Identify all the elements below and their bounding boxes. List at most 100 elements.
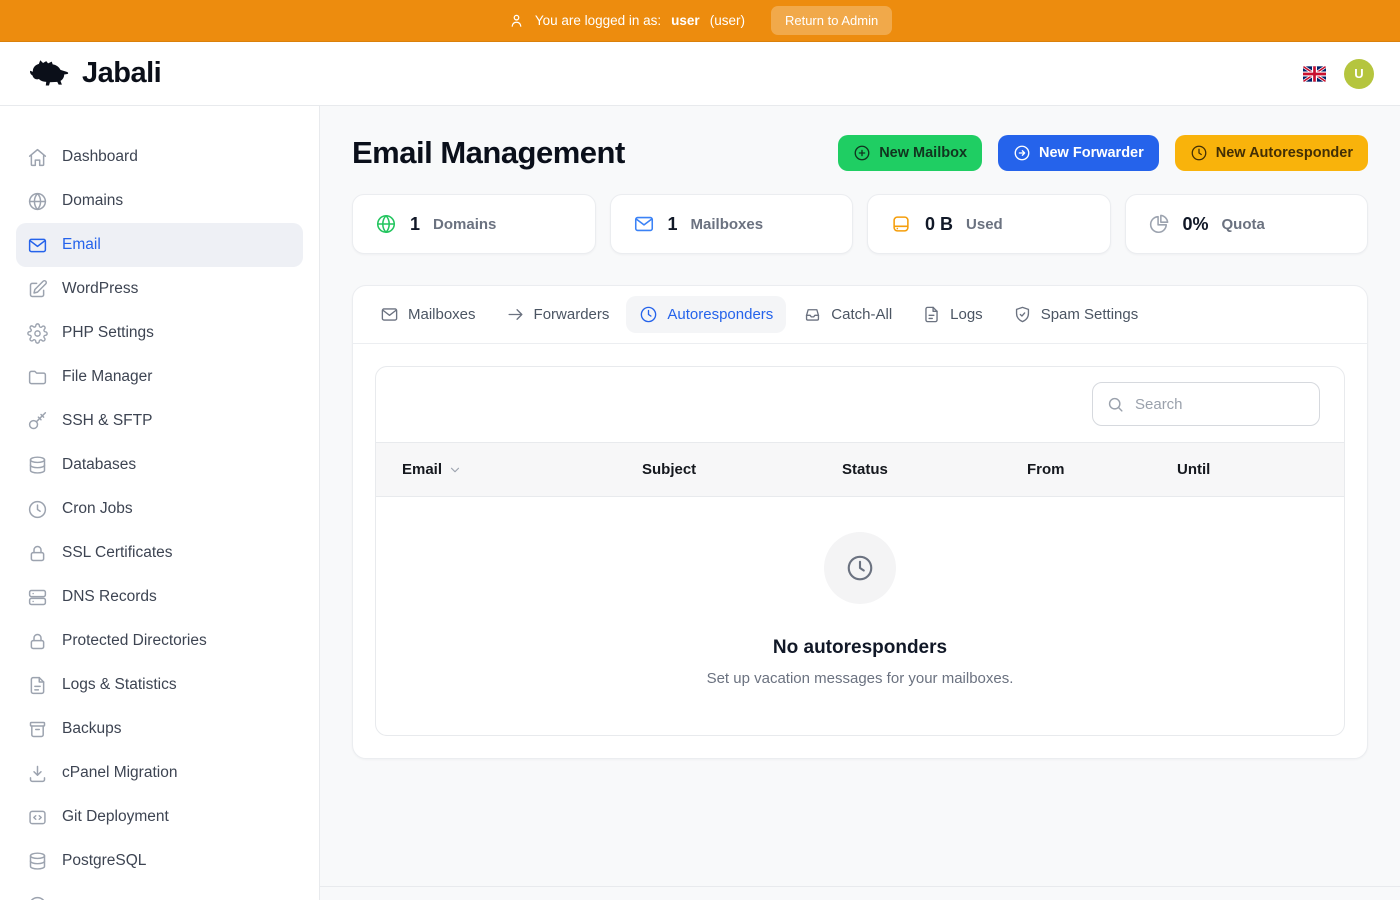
sidebar-item-logs-statistics[interactable]: Logs & Statistics	[16, 663, 303, 707]
sidebar-item-label: Domains	[62, 192, 124, 209]
sidebar-item-label: SSL Certificates	[62, 544, 173, 561]
tab-spam-settings[interactable]: Spam Settings	[1000, 296, 1152, 333]
app-header: Jabali U	[0, 42, 1400, 106]
shield-check-icon	[1013, 305, 1032, 324]
sidebar-item-dns-records[interactable]: DNS Records	[16, 575, 303, 619]
stat-value: 0 B	[925, 213, 954, 234]
stat-value: 0%	[1182, 213, 1209, 234]
sidebar-item-label: PostgreSQL	[62, 852, 147, 869]
pie-chart-icon	[1148, 213, 1170, 235]
uk-flag-icon[interactable]	[1303, 66, 1326, 82]
tab-label: Catch-All	[831, 306, 893, 323]
tab-label: Autoresponders	[667, 306, 774, 323]
sidebar-item-wordpress[interactable]: WordPress	[16, 267, 303, 311]
column-header-email[interactable]: Email	[402, 461, 642, 478]
arrow-right-circle-icon	[1013, 144, 1031, 162]
tab-label: Spam Settings	[1040, 306, 1139, 323]
column-header-until[interactable]: Until	[1177, 461, 1344, 478]
sidebar-item-dashboard[interactable]: Dashboard	[16, 135, 303, 179]
globe-icon	[375, 213, 397, 235]
sidebar-item-postgresql[interactable]: PostgreSQL	[16, 839, 303, 883]
lock-icon	[27, 631, 48, 652]
sidebar-item-databases[interactable]: Databases	[16, 443, 303, 487]
stat-label: Domains	[433, 215, 497, 233]
sidebar-item-label: cPanel Migration	[62, 764, 178, 781]
new-autoresponder-button[interactable]: New Autoresponder	[1174, 135, 1368, 171]
column-header-subject[interactable]: Subject	[642, 461, 842, 478]
globe-icon	[27, 191, 48, 212]
search-icon	[1106, 395, 1125, 414]
plus-circle-icon	[853, 144, 871, 162]
tab-label: Logs	[950, 306, 983, 323]
home-icon	[27, 147, 48, 168]
clock-icon	[1190, 144, 1208, 162]
brand-logo[interactable]: Jabali	[26, 57, 162, 91]
sidebar-item-ssh-sftp[interactable]: SSH & SFTP	[16, 399, 303, 443]
stats-row: 1 Domains 1 Mailboxes 0 B Used 0% Quota	[320, 194, 1400, 254]
boar-logo-icon	[26, 57, 72, 91]
column-label: Email	[402, 461, 443, 478]
sidebar-item-domains[interactable]: Domains	[16, 179, 303, 223]
sidebar-item-label: Cron Jobs	[62, 500, 133, 517]
mail-icon	[27, 235, 48, 256]
database-icon	[27, 455, 48, 476]
sidebar-item-partial[interactable]	[16, 883, 303, 900]
sidebar-item-protected-directories[interactable]: Protected Directories	[16, 619, 303, 663]
sidebar-item-ssl-certificates[interactable]: SSL Certificates	[16, 531, 303, 575]
sidebar-item-backups[interactable]: Backups	[16, 707, 303, 751]
sidebar-item-php-settings[interactable]: PHP Settings	[16, 311, 303, 355]
column-header-from[interactable]: From	[1027, 461, 1177, 478]
brand-name: Jabali	[82, 57, 162, 89]
tab-forwarders[interactable]: Forwarders	[493, 296, 623, 333]
table-header-row: Email Subject Status From Until	[376, 442, 1344, 497]
gear-icon	[27, 323, 48, 344]
sidebar-nav: Dashboard Domains Email WordPress PHP Se…	[0, 106, 320, 900]
sidebar-item-label: WordPress	[62, 280, 139, 297]
code-icon	[27, 807, 48, 828]
tab-mailboxes[interactable]: Mailboxes	[367, 296, 489, 333]
column-label: Subject	[642, 461, 697, 478]
search-input[interactable]	[1135, 395, 1306, 413]
inbox-tray-icon	[803, 305, 822, 324]
tab-logs[interactable]: Logs	[909, 296, 996, 333]
sidebar-item-label: Git Deployment	[62, 808, 169, 825]
sidebar-item-label: Dashboard	[62, 148, 138, 165]
tab-catch-all[interactable]: Catch-All	[790, 296, 905, 333]
stat-label: Quota	[1221, 215, 1265, 233]
tab-label: Forwarders	[533, 306, 610, 323]
new-mailbox-button[interactable]: New Mailbox	[838, 135, 983, 171]
search-box[interactable]	[1092, 382, 1320, 426]
drive-icon	[890, 213, 912, 235]
sidebar-item-label: File Manager	[62, 368, 153, 385]
user-avatar[interactable]: U	[1344, 58, 1374, 89]
page-title: Email Management	[352, 135, 625, 170]
sidebar-item-label: Protected Directories	[62, 632, 207, 649]
server-icon	[27, 587, 48, 608]
email-panel: Mailboxes Forwarders Autoresponders Catc…	[352, 285, 1368, 759]
sidebar-item-label: Backups	[62, 720, 122, 737]
clock-icon	[639, 305, 658, 324]
new-forwarder-button[interactable]: New Forwarder	[998, 135, 1159, 171]
sidebar-item-email[interactable]: Email	[16, 223, 303, 267]
mail-icon	[380, 305, 399, 324]
tab-autoresponders[interactable]: Autoresponders	[626, 296, 787, 333]
sidebar-item-label: PHP Settings	[62, 324, 154, 341]
app-window: You are logged in as: user (user) Return…	[0, 0, 1400, 900]
stat-card-domains: 1 Domains	[352, 194, 596, 254]
sidebar-item-git-deployment[interactable]: Git Deployment	[16, 795, 303, 839]
database-icon	[27, 851, 48, 872]
clock-icon	[845, 553, 875, 583]
stat-value: 1	[667, 213, 678, 234]
admin-impersonation-bar: You are logged in as: user (user) Return…	[0, 0, 1400, 42]
pencil-square-icon	[27, 279, 48, 300]
empty-state-title: No autoresponders	[772, 637, 948, 658]
sidebar-item-cpanel-migration[interactable]: cPanel Migration	[16, 751, 303, 795]
return-to-admin-button[interactable]: Return to Admin	[770, 6, 893, 35]
new-mailbox-label: New Mailbox	[879, 145, 968, 161]
sidebar-item-cron-jobs[interactable]: Cron Jobs	[16, 487, 303, 531]
column-header-status[interactable]: Status	[842, 461, 1027, 478]
sidebar-item-file-manager[interactable]: File Manager	[16, 355, 303, 399]
tab-label: Mailboxes	[408, 306, 476, 323]
archive-box-icon	[27, 719, 48, 740]
stat-label: Mailboxes	[690, 215, 764, 233]
